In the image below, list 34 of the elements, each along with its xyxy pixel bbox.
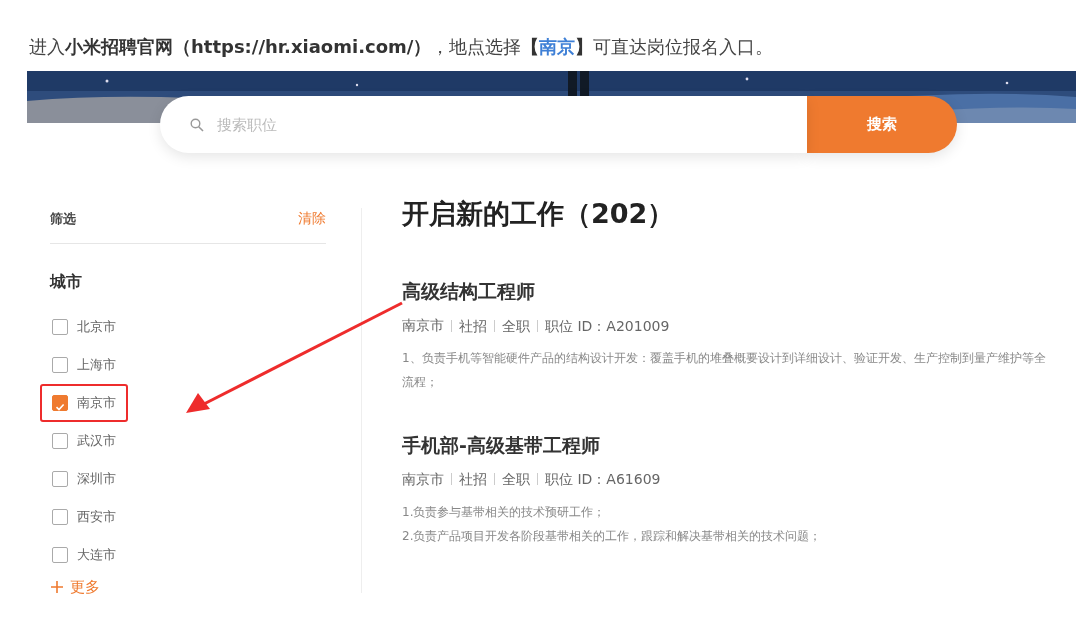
job-title[interactable]: 高级结构工程师 <box>402 280 1076 304</box>
checkbox[interactable] <box>52 433 68 449</box>
job-meta-text: 南京市 <box>402 470 444 489</box>
checkbox[interactable] <box>52 319 68 335</box>
job-meta-text: 南京市 <box>402 316 444 336</box>
filter-title: 筛选 <box>50 209 76 228</box>
instruction-text: 进入小米招聘官网（https://hr.xiaomi.com/），地点选择【南京】可直达岗位报名入口。 <box>29 35 775 59</box>
job-description: 2.负责产品项目开发各阶段基带相关的工作，跟踪和解决基带相关的技术问题； <box>402 528 823 545</box>
checkbox[interactable] <box>52 547 68 563</box>
filter-group-title: 城市 <box>50 271 83 293</box>
city-option[interactable]: 武汉市 <box>40 422 128 460</box>
city-option[interactable]: 北京市 <box>40 308 128 346</box>
search-field[interactable]: 搜索职位 <box>160 96 807 153</box>
job-meta-text: 社招 <box>451 473 487 486</box>
job-meta-text: 职位 ID：A201009 <box>537 319 670 332</box>
city-option[interactable]: 深圳市 <box>40 460 128 498</box>
city-option[interactable]: 西安市 <box>40 498 128 536</box>
job-meta-text: 全职 <box>494 473 530 486</box>
job-meta-text: 社招 <box>451 319 487 332</box>
job-title[interactable]: 手机部-高级基带工程师 <box>402 434 1076 457</box>
job-meta-text: 职位 ID：A61609 <box>537 473 661 486</box>
highlighted-city-option[interactable]: 南京市 <box>40 384 128 422</box>
job-description: 1、负责手机等智能硬件产品的结构设计开发：覆盖手机的堆叠概要设计到详细设计、验证开发、生产控制到量产维护等全流程； <box>402 350 1047 392</box>
checkbox[interactable] <box>52 395 68 411</box>
job-description: 1.负责参与基带相关的技术预研工作； <box>402 504 607 521</box>
job-meta-text: 全职 <box>494 319 530 332</box>
checkbox[interactable] <box>52 471 68 487</box>
search-icon <box>190 118 204 132</box>
checkbox[interactable] <box>52 509 68 525</box>
city-option[interactable]: 上海市 <box>40 346 128 384</box>
results-title: 开启新的工作（202） <box>402 198 676 231</box>
checkbox[interactable] <box>52 357 68 373</box>
plus-icon <box>50 580 64 595</box>
city-option[interactable]: 大连市 <box>40 536 128 574</box>
